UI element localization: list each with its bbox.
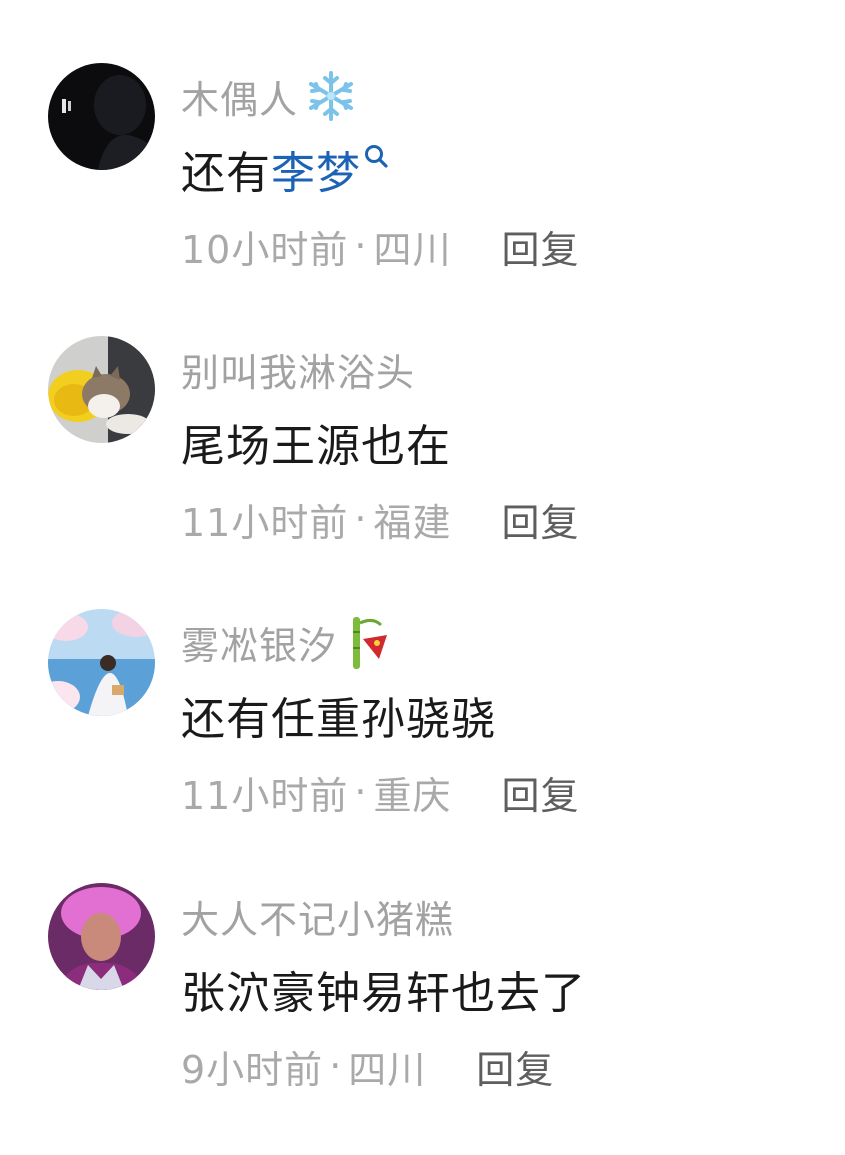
comment-item: 大人不记小猪糕 张泬豪钟易轩也去了 9小时前 · 四川 回复 <box>0 883 845 1155</box>
timestamp: 11小时前 <box>181 500 349 545</box>
reply-button[interactable]: 回复 <box>501 492 579 547</box>
meta-separator: · <box>329 1044 343 1088</box>
comment-meta: 11小时前 · 重庆 回复 <box>181 765 579 820</box>
location: 重庆 <box>373 773 452 818</box>
location: 福建 <box>373 500 452 545</box>
username-text: 雾凇银汐 <box>181 623 338 668</box>
username-text: 大人不记小猪糕 <box>181 897 455 942</box>
comment-meta: 11小时前 · 福建 回复 <box>181 492 579 547</box>
comment-meta: 10小时前 · 四川 回复 <box>181 219 579 274</box>
comment-item: 别叫我淋浴头 尾场王源也在 11小时前 · 福建 回复 <box>0 336 845 608</box>
location: 四川 <box>373 227 452 272</box>
comment-text: 张泬豪钟易轩也去了 <box>181 959 586 1019</box>
meta-separator: · <box>354 497 368 541</box>
username-text: 木偶人 <box>181 77 299 122</box>
username[interactable]: 别叫我淋浴头 <box>181 344 416 395</box>
avatar[interactable] <box>48 883 155 990</box>
comment-text-content: 还有任重孙骁骁 <box>181 694 496 745</box>
search-link[interactable]: 李梦 <box>271 137 361 201</box>
username[interactable]: 大人不记小猪糕 <box>181 891 455 942</box>
avatar[interactable] <box>48 63 155 170</box>
comment-list: 木偶人 还有 李梦 10小时前 · 四川 回复 别叫我淋浴头 尾场王源也在 11… <box>0 0 845 1127</box>
timestamp: 10小时前 <box>181 227 349 272</box>
comment-text: 尾场王源也在 <box>181 412 451 472</box>
comment-text: 还有 李梦 <box>181 139 389 199</box>
comment-text: 还有任重孙骁骁 <box>181 685 496 745</box>
meta-separator: · <box>354 224 368 268</box>
bamboo-icon <box>343 613 393 671</box>
username-text: 别叫我淋浴头 <box>181 350 416 395</box>
comment-text-content: 张泬豪钟易轩也去了 <box>181 968 586 1019</box>
reply-button[interactable]: 回复 <box>501 765 579 820</box>
meta-separator: · <box>354 770 368 814</box>
search-icon[interactable] <box>363 143 389 195</box>
avatar[interactable] <box>48 609 155 716</box>
username[interactable]: 木偶人 <box>181 69 358 123</box>
timestamp: 9小时前 <box>181 1047 324 1092</box>
comment-text-content: 还有 <box>181 148 271 199</box>
reply-button[interactable]: 回复 <box>476 1039 554 1094</box>
username[interactable]: 雾凇银汐 <box>181 617 393 669</box>
comment-text-content: 尾场王源也在 <box>181 421 451 472</box>
avatar[interactable] <box>48 336 155 443</box>
comment-item: 雾凇银汐 还有任重孙骁骁 11小时前 · 重庆 回复 <box>0 609 845 881</box>
reply-button[interactable]: 回复 <box>501 219 579 274</box>
timestamp: 11小时前 <box>181 773 349 818</box>
comment-item: 木偶人 还有 李梦 10小时前 · 四川 回复 <box>0 63 845 335</box>
location: 四川 <box>348 1047 427 1092</box>
snowflake-icon <box>304 69 358 123</box>
comment-meta: 9小时前 · 四川 回复 <box>181 1039 554 1094</box>
